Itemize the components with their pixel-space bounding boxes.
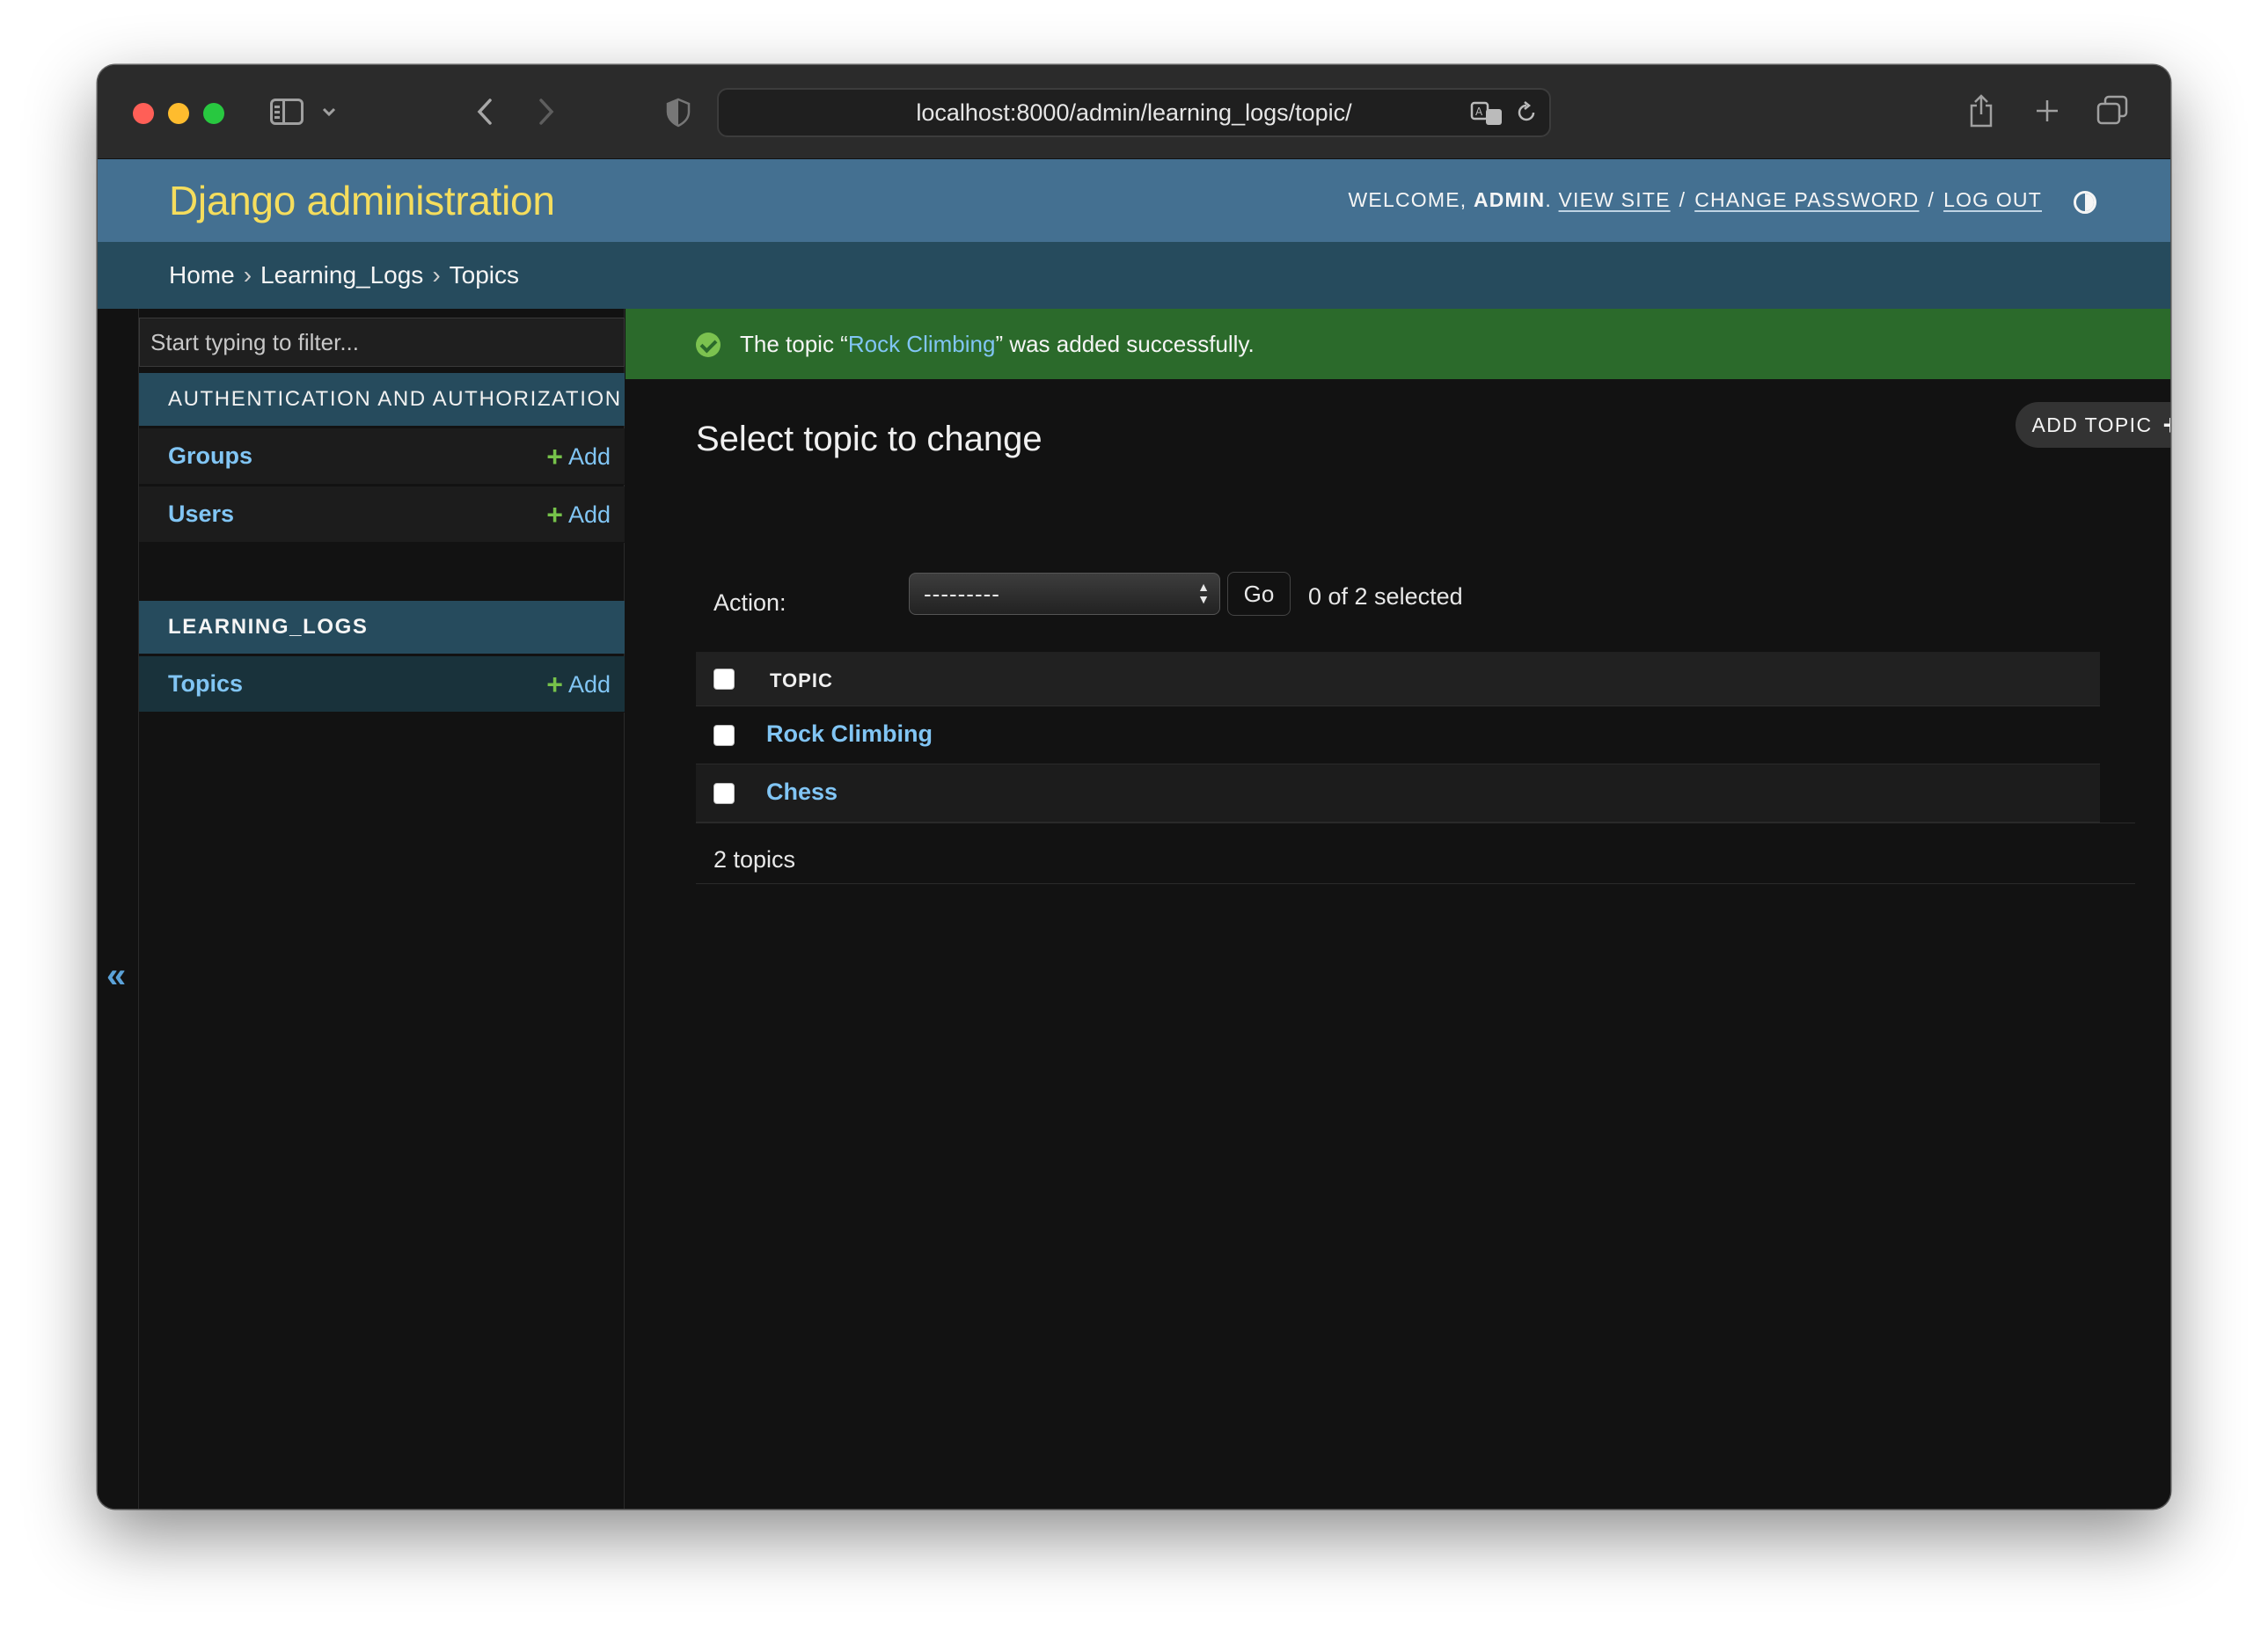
collapse-sidebar-button[interactable]: «: [106, 958, 126, 993]
sidebar-item-groups[interactable]: Groups + Add: [139, 428, 625, 485]
select-all-checkbox[interactable]: [713, 669, 735, 690]
topic-link[interactable]: Rock Climbing: [766, 720, 933, 748]
browser-toolbar: localhost:8000/admin/learning_logs/topic…: [98, 65, 2170, 159]
page-title: Select topic to change: [696, 420, 1043, 458]
separator: /: [1679, 188, 1686, 211]
table-header-row: TOPIC: [696, 652, 2100, 706]
plus-icon: +: [546, 499, 563, 530]
go-button[interactable]: Go: [1227, 572, 1291, 616]
plus-icon: +: [2162, 411, 2170, 439]
add-groups-link[interactable]: + Add: [546, 442, 611, 471]
username: ADMIN: [1473, 188, 1546, 211]
breadcrumb-home[interactable]: Home: [169, 261, 235, 289]
add-label: Add: [567, 442, 611, 470]
site-header: Django administration WELCOME, ADMIN. VI…: [98, 159, 2170, 242]
close-window-button[interactable]: [133, 103, 154, 124]
select-arrows-icon: ▲ ▼: [1197, 580, 1211, 606]
action-select[interactable]: --------- ▲ ▼: [909, 573, 1220, 615]
table-row: Rock Climbing: [696, 706, 2100, 764]
minimize-window-button[interactable]: [168, 103, 189, 124]
column-header-topic[interactable]: TOPIC: [770, 669, 833, 692]
reload-icon[interactable]: [1514, 100, 1540, 127]
url-text: localhost:8000/admin/learning_logs/topic…: [916, 99, 1352, 126]
chevron-down-icon[interactable]: [319, 99, 339, 125]
breadcrumb: Home › Learning_Logs › Topics: [98, 242, 2170, 309]
separator: /: [1928, 188, 1935, 211]
breadcrumb-separator: ›: [243, 261, 252, 289]
svg-text:A: A: [1475, 106, 1483, 118]
add-topics-link[interactable]: + Add: [546, 670, 611, 698]
success-message: The topic “Rock Climbing” was added succ…: [626, 309, 2170, 379]
paginator: 2 topics: [696, 823, 2135, 884]
plus-icon: +: [546, 441, 563, 472]
theme-toggle-icon[interactable]: [2074, 191, 2096, 214]
breadcrumb-separator: ›: [432, 261, 441, 289]
nav-sidebar: AUTHENTICATION AND AUTHORIZATION Groups …: [139, 309, 625, 1509]
sidebar-item-label[interactable]: Groups: [168, 442, 252, 470]
message-suffix: ” was added successfully.: [995, 330, 1255, 357]
change-password-link[interactable]: CHANGE PASSWORD: [1694, 188, 1919, 212]
sidebar-item-label[interactable]: Users: [168, 501, 234, 528]
add-topic-label: ADD TOPIC: [2031, 413, 2153, 436]
add-topic-button[interactable]: ADD TOPIC +: [2016, 402, 2170, 448]
view-site-link[interactable]: VIEW SITE: [1559, 188, 1671, 212]
sidebar-collapse-strip: «: [98, 309, 139, 1509]
action-label: Action:: [713, 589, 786, 616]
forward-icon[interactable]: [529, 91, 564, 132]
sidebar-item-users[interactable]: Users + Add: [139, 486, 625, 543]
translate-icon[interactable]: A: [1470, 100, 1505, 127]
row-checkbox[interactable]: [713, 725, 735, 746]
log-out-link[interactable]: LOG OUT: [1943, 188, 2042, 212]
message-prefix: The topic “: [740, 330, 848, 357]
add-label: Add: [567, 501, 611, 528]
privacy-shield-icon[interactable]: [661, 95, 696, 130]
row-checkbox[interactable]: [713, 783, 735, 804]
app-caption-learning-logs[interactable]: LEARNING_LOGS: [139, 601, 625, 654]
breadcrumb-app[interactable]: Learning_Logs: [260, 261, 423, 289]
share-icon[interactable]: [1963, 90, 2000, 132]
welcome-period: .: [1545, 188, 1552, 211]
zoom-window-button[interactable]: [203, 103, 224, 124]
sidebar-item-topics[interactable]: Topics + Add: [139, 656, 625, 713]
message-object-link[interactable]: Rock Climbing: [848, 331, 996, 358]
sidebar-item-label[interactable]: Topics: [168, 670, 243, 698]
add-users-link[interactable]: + Add: [546, 501, 611, 529]
breadcrumb-current: Topics: [449, 261, 520, 289]
welcome-text: WELCOME,: [1348, 188, 1467, 211]
back-icon[interactable]: [467, 91, 502, 132]
address-bar[interactable]: localhost:8000/admin/learning_logs/topic…: [717, 88, 1551, 137]
tab-overview-icon[interactable]: [2093, 91, 2132, 130]
action-select-value: ---------: [924, 580, 1000, 607]
topic-link[interactable]: Chess: [766, 779, 838, 806]
user-tools: WELCOME, ADMIN. VIEW SITE / CHANGE PASSW…: [1349, 188, 2083, 212]
sidebar-toggle-icon[interactable]: [270, 99, 304, 125]
nav-filter-input[interactable]: [139, 318, 625, 367]
table-row: Chess: [696, 764, 2100, 823]
selected-count: 0 of 2 selected: [1308, 583, 1463, 610]
new-tab-icon[interactable]: [2030, 91, 2065, 130]
site-branding[interactable]: Django administration: [169, 177, 555, 224]
plus-icon: +: [546, 669, 563, 700]
success-check-icon: [696, 333, 721, 357]
app-caption-auth[interactable]: AUTHENTICATION AND AUTHORIZATION: [139, 373, 625, 426]
main-content: The topic “Rock Climbing” was added succ…: [626, 309, 2170, 1509]
add-label: Add: [567, 670, 611, 698]
browser-window: localhost:8000/admin/learning_logs/topic…: [98, 65, 2170, 1509]
